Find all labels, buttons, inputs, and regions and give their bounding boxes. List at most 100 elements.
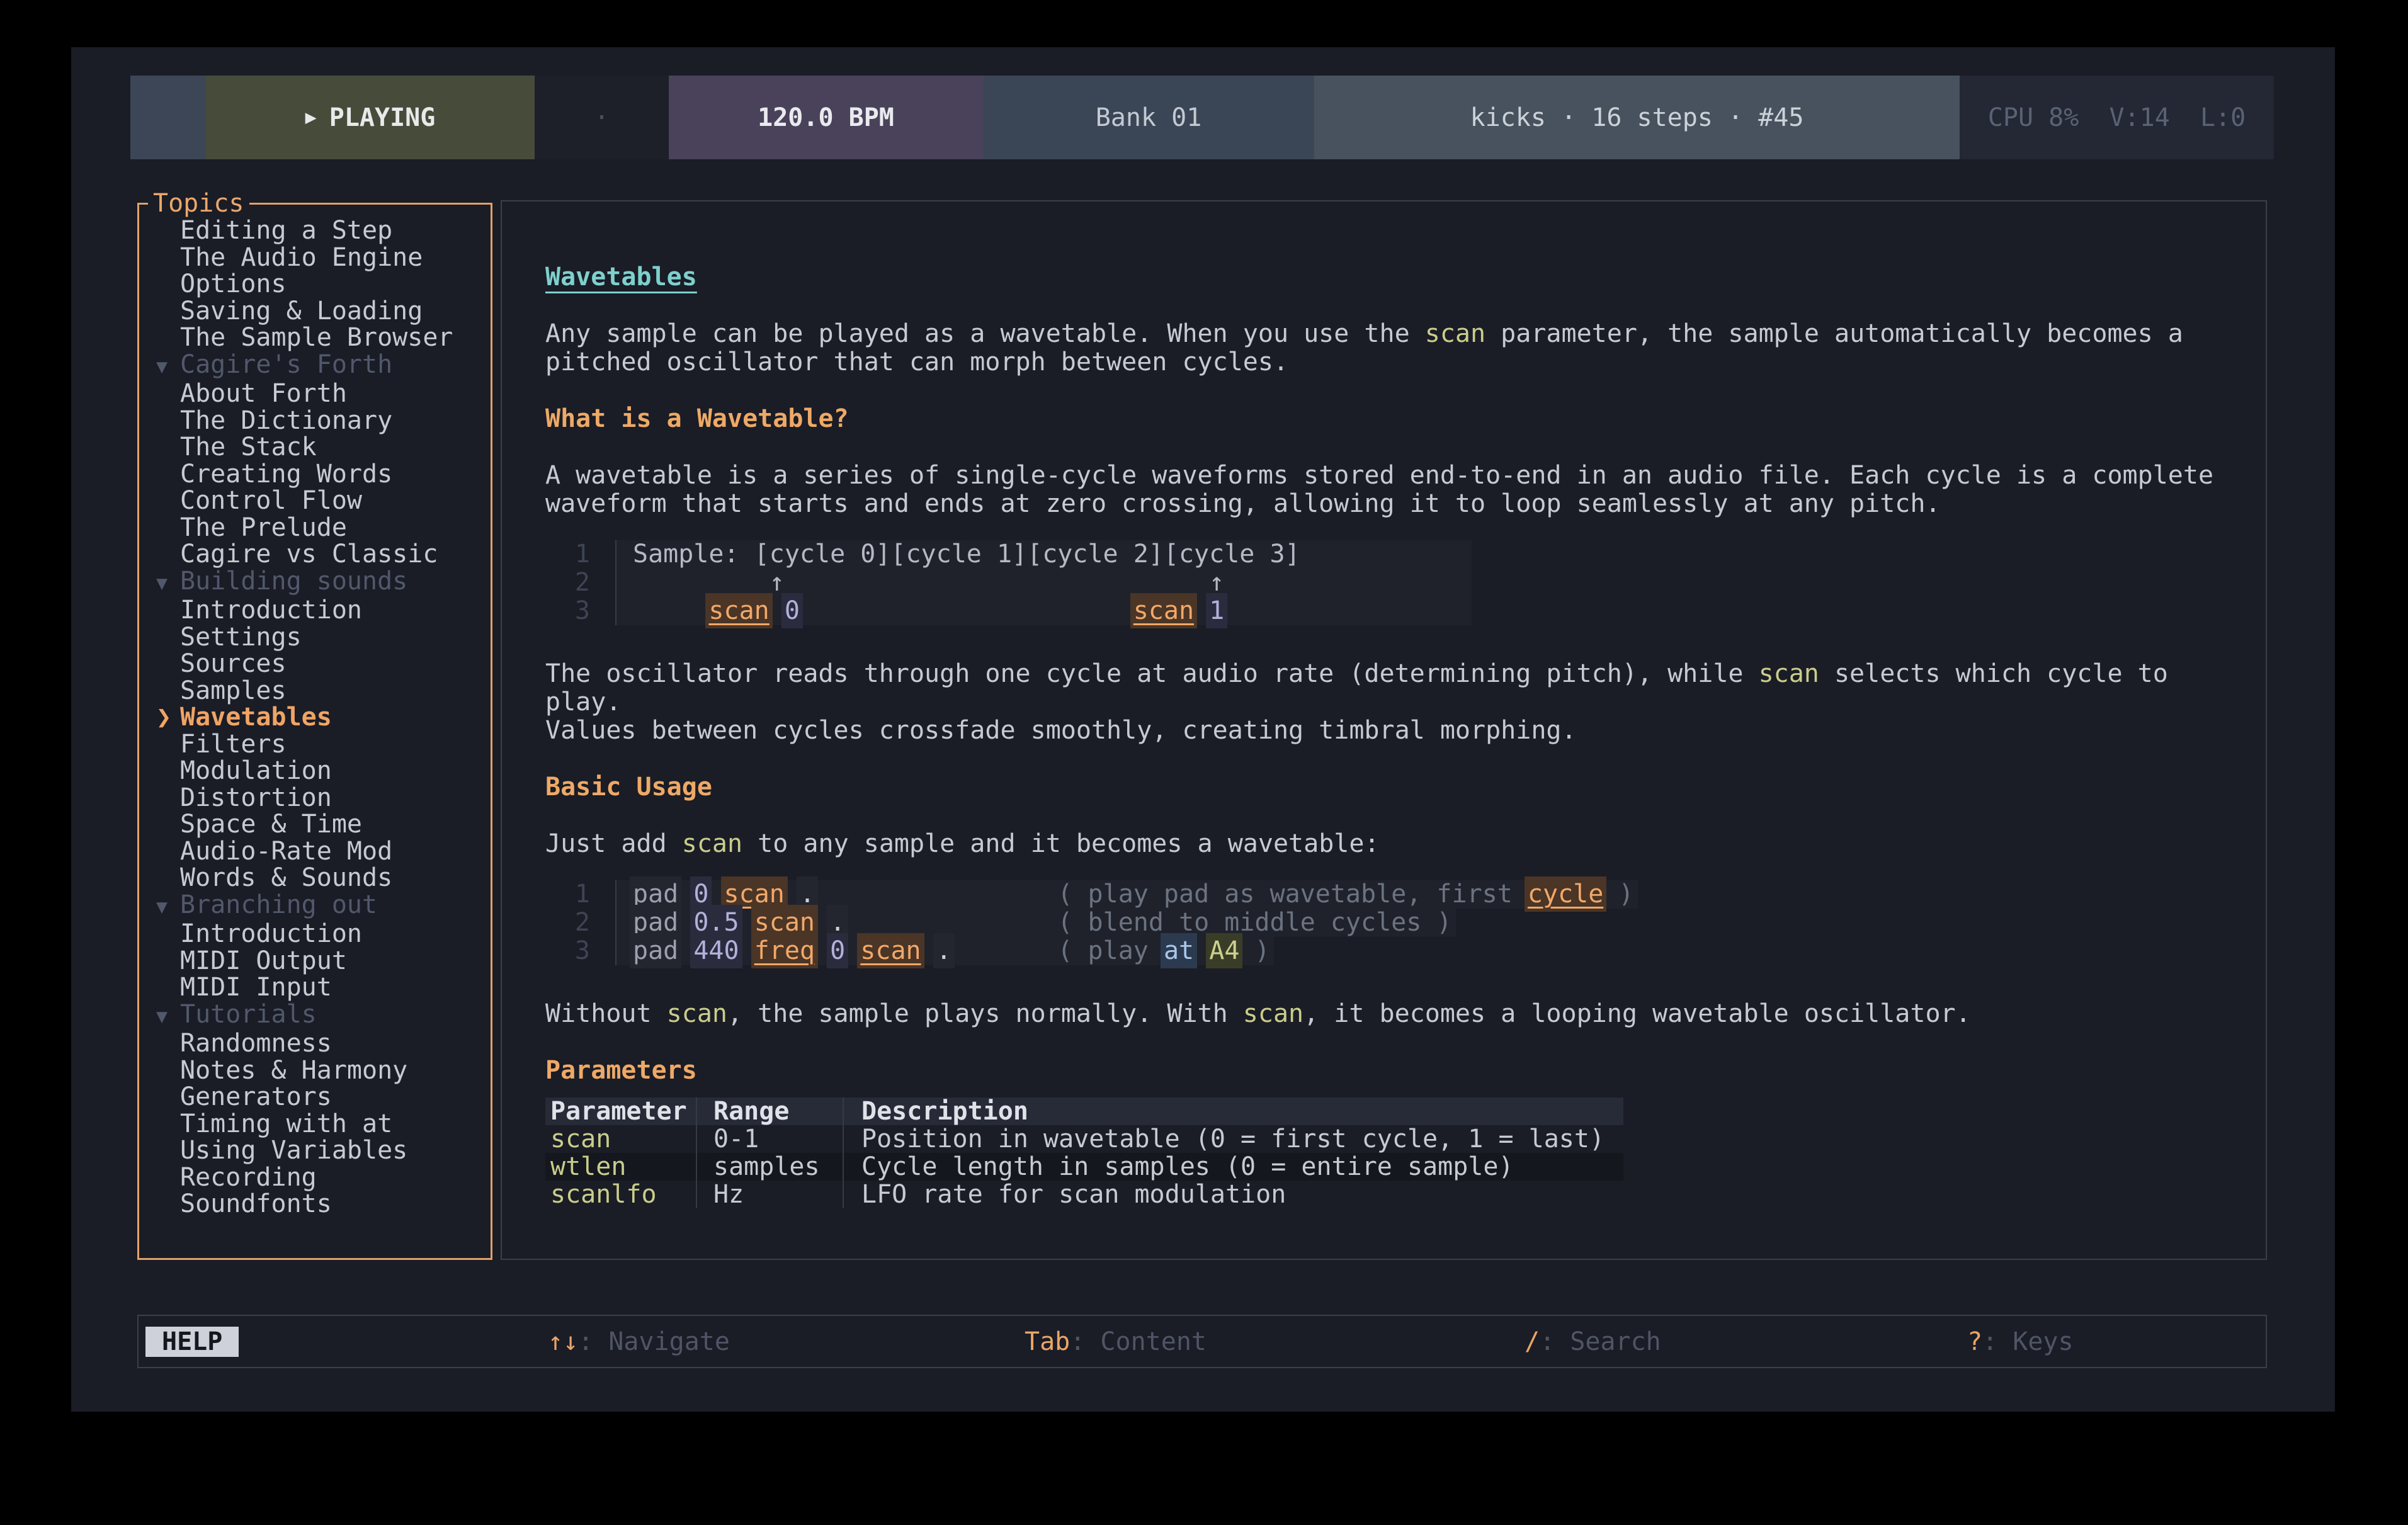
key-label: ↑↓ <box>548 1327 578 1356</box>
sidebar-item[interactable]: The Sample Browser <box>139 324 491 351</box>
sidebar-item[interactable]: Sources <box>139 650 491 677</box>
code-block-diagram: 1 Sample: [cycle 0][cycle 1][cycle 2][cy… <box>545 534 2222 632</box>
text: , it becomes a looping wavetable oscilla… <box>1303 999 1971 1028</box>
sidebar-item[interactable]: Introduction <box>139 921 491 948</box>
sidebar-item[interactable]: Audio-Rate Mod <box>139 838 491 865</box>
item-prefix-icon: ▼ <box>156 894 180 921</box>
item-label: Timing with at <box>180 1109 392 1138</box>
sidebar-item[interactable]: Space & Time <box>139 811 491 838</box>
paragraph-intro: Any sample can be played as a wavetable.… <box>545 320 2222 377</box>
sidebar-item[interactable]: MIDI Input <box>139 974 491 1001</box>
gap-dot-icon: · <box>594 103 609 132</box>
sidebar-item[interactable]: Samples <box>139 677 491 705</box>
sidebar-item[interactable]: The Dictionary <box>139 407 491 434</box>
sidebar-item[interactable]: Distortion <box>139 785 491 812</box>
item-label: Words & Sounds <box>180 863 392 892</box>
sidebar-item[interactable]: The Prelude <box>139 514 491 541</box>
sidebar-item[interactable]: Cagire vs Classic <box>139 541 491 568</box>
sidebar-item[interactable]: Soundfonts <box>139 1191 491 1218</box>
sidebar-item[interactable]: Options <box>139 271 491 298</box>
key-label: Tab <box>1025 1327 1070 1356</box>
sidebar-item[interactable]: About Forth <box>139 380 491 407</box>
comment: ( blend to middle cycles ) <box>1057 908 1451 937</box>
item-prefix-icon: ▼ <box>156 1004 180 1031</box>
item-label: Cagire vs Classic <box>180 540 438 569</box>
status-bar: HELP ↑↓: Navigate Tab: Content /: Search… <box>137 1315 2267 1368</box>
item-label: About Forth <box>180 379 347 408</box>
comment <box>1194 936 1209 965</box>
item-label: Building sounds <box>180 567 407 596</box>
sidebar-item[interactable]: Randomness <box>139 1030 491 1057</box>
dot-token: . <box>936 936 951 965</box>
scan-token: scan <box>724 880 785 909</box>
line-number: 2 <box>545 569 590 597</box>
sidebar-item[interactable]: Control Flow <box>139 487 491 514</box>
system-stats: CPU 8% V:14 L:0 <box>1960 76 2274 159</box>
item-prefix-icon: ▼ <box>156 354 180 381</box>
sidebar-item[interactable]: MIDI Output <box>139 948 491 975</box>
hint-label: : Navigate <box>578 1327 730 1356</box>
range-cell: Hz <box>696 1181 843 1208</box>
item-label: Generators <box>180 1082 332 1111</box>
pattern-display[interactable]: kicks · 16 steps · #45 <box>1314 76 1960 159</box>
freq-token: freq <box>754 936 815 965</box>
sidebar-item[interactable]: ▼Building sounds <box>139 568 491 598</box>
item-label: Filters <box>180 730 287 759</box>
code-line: ↑ ↑ <box>615 569 1472 597</box>
description-cell: Cycle length in samples (0 = entire samp… <box>843 1153 1623 1181</box>
sidebar-item[interactable]: ▼Cagire's Forth <box>139 351 491 381</box>
sidebar-item[interactable]: Generators <box>139 1084 491 1111</box>
sidebar-item[interactable]: Settings <box>139 624 491 651</box>
code-block-usage: 1 pad 0 scan . ( play pad as wavetable, … <box>545 874 2222 972</box>
key-label: ? <box>1967 1327 1982 1356</box>
sidebar-item[interactable]: Recording <box>139 1164 491 1191</box>
key-hint: ?: Keys <box>1967 1327 2074 1356</box>
dot-token: . <box>800 880 815 909</box>
paragraph-just-add: Just add scan to any sample and it becom… <box>545 830 2222 858</box>
scan-token: scan <box>708 596 769 625</box>
bpm-display[interactable]: 120.0 BPM <box>669 76 983 159</box>
item-label: The Prelude <box>180 513 347 542</box>
sidebar-item[interactable]: Words & Sounds <box>139 865 491 892</box>
key-hint: ↑↓: Navigate <box>548 1327 730 1356</box>
sidebar-item[interactable]: The Stack <box>139 434 491 461</box>
sidebar-item[interactable]: ❯Wavetables <box>139 704 491 731</box>
key-hint: Tab: Content <box>1025 1327 1207 1356</box>
topics-panel: Topics Editing a Step The Audio Engine O… <box>137 203 492 1260</box>
sidebar-item[interactable]: Using Variables <box>139 1137 491 1164</box>
sidebar-item[interactable]: ▼Tutorials <box>139 1001 491 1031</box>
sidebar-item[interactable]: ▼Branching out <box>139 892 491 921</box>
sidebar-item[interactable]: Editing a Step <box>139 217 491 244</box>
sidebar-item[interactable]: Notes & Harmony <box>139 1057 491 1084</box>
sidebar-item[interactable]: Modulation <box>139 757 491 785</box>
sidebar-item[interactable]: Creating Words <box>139 461 491 488</box>
dot-token: . <box>830 908 845 937</box>
pad-token: pad <box>633 936 678 965</box>
number-token: 0 <box>830 936 845 965</box>
sidebar-item[interactable]: Introduction <box>139 597 491 624</box>
item-prefix-icon: ❯ <box>156 704 180 731</box>
app-window: ▶ PLAYING · 120.0 BPM Bank 01 kicks · 16… <box>71 47 2335 1412</box>
sidebar-item[interactable]: Timing with at <box>139 1111 491 1138</box>
sidebar-item[interactable]: Filters <box>139 731 491 758</box>
transport-status[interactable]: ▶ PLAYING <box>206 76 535 159</box>
pad-token: pad <box>633 908 678 937</box>
bank-display[interactable]: Bank 01 <box>983 76 1314 159</box>
column-header: Parameter <box>545 1097 696 1125</box>
line-number: 2 <box>545 909 590 937</box>
code-line: pad 0.5 scan . ( blend to middle cycles … <box>615 909 1456 937</box>
help-content-panel[interactable]: Wavetables Any sample can be played as a… <box>501 200 2267 1260</box>
item-label: Editing a Step <box>180 216 392 245</box>
line-number: 3 <box>545 597 590 625</box>
transport-bar: ▶ PLAYING · 120.0 BPM Bank 01 kicks · 16… <box>130 76 2274 159</box>
paragraph-definition: A wavetable is a series of single-cycle … <box>545 462 2222 518</box>
sidebar-item[interactable]: Saving & Loading <box>139 298 491 325</box>
item-label: Saving & Loading <box>180 297 423 326</box>
text: , the sample plays normally. With <box>727 999 1243 1028</box>
item-label: MIDI Output <box>180 946 347 975</box>
param-cell: scan <box>545 1125 696 1153</box>
text: Any sample can be played as a wavetable.… <box>545 319 1425 348</box>
sidebar-item[interactable]: The Audio Engine <box>139 244 491 271</box>
param-cell: scanlfo <box>545 1181 696 1208</box>
hint-label: : Keys <box>1982 1327 2074 1356</box>
